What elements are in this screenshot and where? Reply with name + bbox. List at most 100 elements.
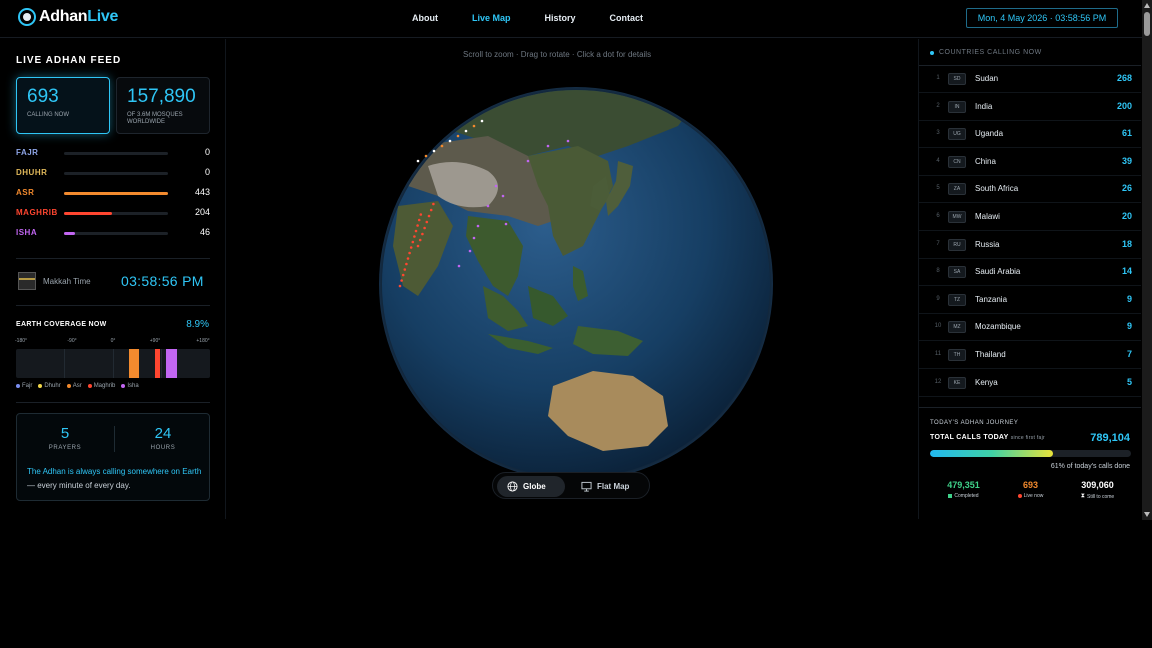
country-count: 61 bbox=[1121, 128, 1132, 139]
scroll-down-arrow-icon[interactable] bbox=[1144, 512, 1150, 517]
country-rank: 9 bbox=[936, 295, 940, 302]
adhan-dot[interactable] bbox=[448, 139, 452, 143]
country-name: China bbox=[975, 156, 996, 166]
adhan-dot[interactable] bbox=[400, 279, 403, 282]
nav-live-map[interactable]: Live Map bbox=[472, 13, 511, 23]
globe[interactable] bbox=[378, 86, 774, 482]
prayer-row-dhuhr: DHUHR 0 bbox=[16, 167, 210, 180]
country-count: 39 bbox=[1121, 155, 1132, 166]
adhan-dot[interactable] bbox=[417, 218, 421, 222]
journey-progress-bar bbox=[930, 450, 1131, 457]
coverage-title: EARTH COVERAGE NOW bbox=[16, 321, 107, 328]
adhan-dot[interactable] bbox=[416, 244, 420, 248]
current-datetime: Mon, 4 May 2026 · 03:58:56 PM bbox=[966, 8, 1118, 28]
adhan-dot[interactable] bbox=[427, 214, 431, 218]
adhan-dot[interactable] bbox=[429, 208, 433, 212]
adhan-dot[interactable] bbox=[421, 232, 424, 236]
country-row[interactable]: 3 UG Uganda 61 bbox=[919, 121, 1141, 149]
adhan-dot[interactable] bbox=[409, 246, 413, 249]
country-row[interactable]: 12 KE Kenya 5 bbox=[919, 370, 1141, 397]
adhan-dot[interactable] bbox=[504, 222, 508, 226]
adhan-dot[interactable] bbox=[486, 204, 490, 208]
country-row[interactable]: 11 TH Thailand 7 bbox=[919, 342, 1141, 369]
country-row[interactable]: 10 MZ Mozambique 9 bbox=[919, 314, 1141, 342]
country-row[interactable]: 2 IN India 200 bbox=[919, 94, 1141, 121]
info-text: The Adhan is always calling somewhere on… bbox=[27, 465, 203, 493]
adhan-dot[interactable] bbox=[416, 159, 420, 163]
country-row[interactable]: 4 CN China 39 bbox=[919, 149, 1141, 176]
country-name: Uganda bbox=[975, 129, 1004, 139]
adhan-dot[interactable] bbox=[472, 236, 476, 240]
adhan-dot[interactable] bbox=[546, 144, 550, 148]
country-list[interactable]: 1 SD Sudan 268 2 IN India 200 3 UG Uganda 61 4 CN Chin… bbox=[919, 66, 1141, 405]
app-logo[interactable]: AdhanLive bbox=[18, 8, 118, 26]
country-row[interactable]: 9 TZ Tanzania 9 bbox=[919, 287, 1141, 314]
adhan-dot[interactable] bbox=[566, 139, 570, 143]
adhan-dot[interactable] bbox=[413, 235, 416, 238]
globe-view-button[interactable]: Globe bbox=[497, 476, 565, 497]
adhan-dot[interactable] bbox=[425, 220, 429, 224]
adhan-dot[interactable] bbox=[418, 238, 422, 242]
country-rank: 8 bbox=[936, 268, 940, 275]
adhan-dot[interactable] bbox=[457, 264, 461, 268]
adhan-dot[interactable] bbox=[480, 119, 484, 123]
prayer-row-asr: ASR 443 bbox=[16, 187, 210, 200]
journey-title: TODAY'S ADHAN JOURNEY bbox=[930, 420, 1019, 426]
country-row[interactable]: 1 SD Sudan 268 bbox=[919, 66, 1141, 93]
adhan-dot[interactable] bbox=[406, 257, 410, 260]
view-toggle: Globe Flat Map bbox=[492, 472, 650, 499]
adhan-dot[interactable] bbox=[398, 284, 402, 288]
monitor-icon bbox=[581, 481, 592, 492]
globe-hint: Scroll to zoom · Drag to rotate · Click … bbox=[463, 50, 652, 59]
adhan-dot[interactable] bbox=[432, 149, 436, 153]
adhan-dot[interactable] bbox=[456, 134, 460, 138]
adhan-dot[interactable] bbox=[476, 224, 480, 228]
adhan-dot[interactable] bbox=[472, 124, 476, 128]
coverage-gridline bbox=[113, 349, 114, 378]
adhan-dot[interactable] bbox=[424, 154, 428, 158]
country-rank: 1 bbox=[936, 75, 940, 81]
adhan-dot[interactable] bbox=[403, 268, 407, 271]
nav-history[interactable]: History bbox=[545, 13, 576, 23]
adhan-dot[interactable] bbox=[405, 262, 408, 266]
mosques-card: 157,890 OF 3.6M MOSQUES WORLDWIDE bbox=[116, 77, 210, 134]
adhan-dot[interactable] bbox=[440, 144, 444, 148]
adhan-dot[interactable] bbox=[494, 184, 498, 188]
adhan-dot[interactable] bbox=[432, 202, 435, 206]
nav-contact[interactable]: Contact bbox=[610, 13, 644, 23]
adhan-dot[interactable] bbox=[401, 273, 405, 277]
divider bbox=[16, 402, 210, 403]
adhan-dot[interactable] bbox=[526, 159, 530, 163]
scroll-up-arrow-icon[interactable] bbox=[1144, 3, 1150, 8]
adhan-dot[interactable] bbox=[423, 226, 426, 230]
country-row[interactable]: 6 MW Malawi 20 bbox=[919, 204, 1141, 231]
country-row[interactable]: 8 SA Saudi Arabia 14 bbox=[919, 259, 1141, 287]
live-dot-icon bbox=[1017, 494, 1022, 498]
country-flag-icon: ZA bbox=[948, 183, 966, 196]
country-row[interactable]: 5 ZA South Africa 26 bbox=[919, 176, 1141, 204]
country-row[interactable]: 7 RU Russia 18 bbox=[919, 232, 1141, 259]
scroll-thumb[interactable] bbox=[1144, 12, 1150, 36]
adhan-dot[interactable] bbox=[414, 229, 418, 233]
flat-map-view-button[interactable]: Flat Map bbox=[571, 476, 647, 497]
adhan-dot[interactable] bbox=[468, 249, 472, 253]
adhan-dot[interactable] bbox=[416, 224, 419, 227]
country-flag-icon: KE bbox=[948, 376, 966, 389]
country-count: 18 bbox=[1121, 238, 1132, 249]
adhan-dot[interactable] bbox=[419, 213, 423, 216]
country-rank: 10 bbox=[934, 323, 942, 330]
adhan-dot[interactable] bbox=[464, 129, 468, 133]
coverage-tick: +90° bbox=[149, 338, 161, 344]
country-flag-icon: SA bbox=[948, 266, 966, 279]
legend-dot-icon bbox=[121, 384, 126, 388]
page-scrollbar[interactable] bbox=[1142, 0, 1152, 520]
nav-about[interactable]: About bbox=[412, 13, 438, 23]
prayer-count: 46 bbox=[199, 227, 210, 237]
adhan-dot[interactable] bbox=[501, 194, 505, 198]
country-rank: 5 bbox=[936, 185, 940, 192]
adhan-dot[interactable] bbox=[408, 251, 411, 255]
globe-viewport[interactable] bbox=[378, 86, 774, 482]
country-flag-icon: UG bbox=[948, 128, 966, 141]
adhan-dot[interactable] bbox=[411, 240, 415, 244]
feed-title: LIVE ADHAN FEED bbox=[16, 55, 122, 66]
